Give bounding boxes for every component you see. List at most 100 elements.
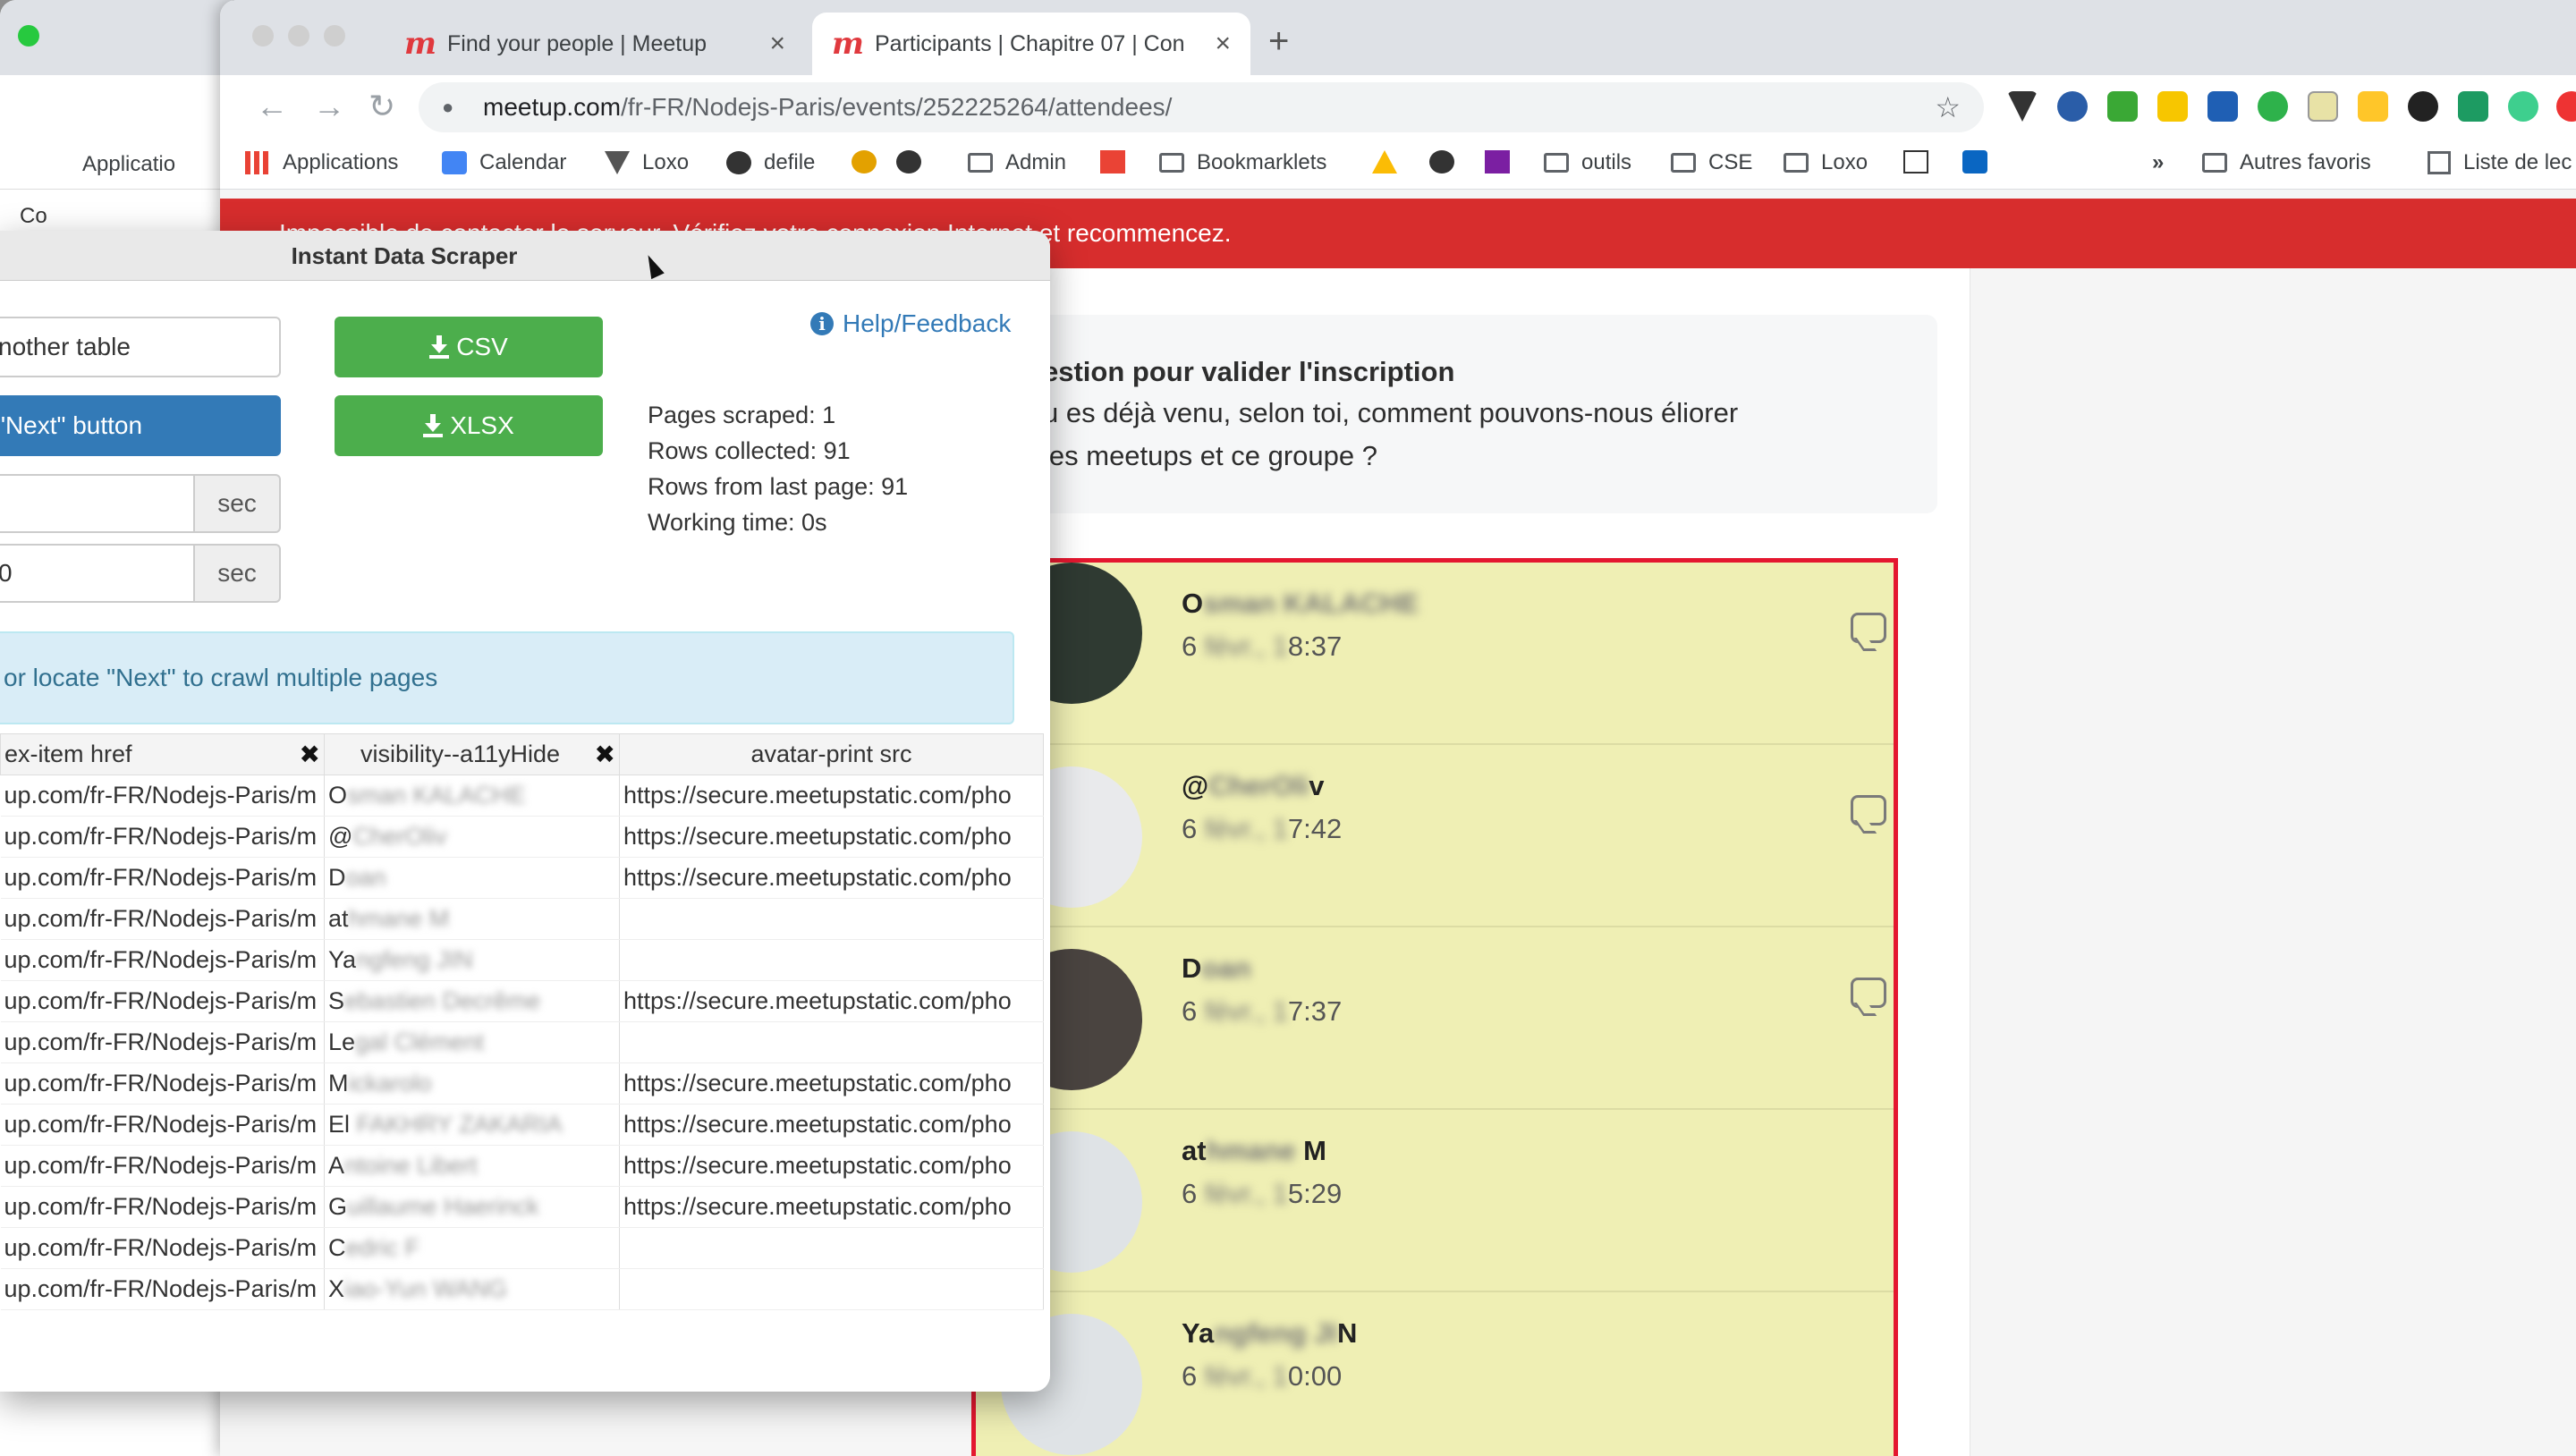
bookmark-folder-loxo[interactable]: Loxo — [1784, 150, 1868, 175]
attendee-row[interactable]: athmane M 6 févr., 15:29 — [976, 1110, 1894, 1292]
cell-name: Legal Clément — [324, 1021, 620, 1063]
new-tab-button[interactable]: + — [1268, 21, 1289, 62]
bookmark-globe-icon[interactable] — [896, 150, 934, 174]
scraper-title[interactable]: Instant Data Scraper — [0, 231, 1050, 281]
table-row: up.com/fr-FR/Nodejs-Paris/m @CherOliv http… — [0, 816, 1044, 858]
table-row: up.com/fr-FR/Nodejs-Paris/m Yangfeng JIN — [0, 939, 1044, 981]
loxo-icon — [605, 151, 630, 174]
max-delay-input[interactable]: 0 — [0, 544, 193, 603]
bookmarks-bar: Applications Calendar Loxo defile Admin … — [220, 140, 2576, 190]
remove-column-icon[interactable]: ✖ — [590, 740, 615, 769]
bookmark-linkedin-icon[interactable] — [1962, 150, 2000, 174]
cell-name: Mickarolo — [324, 1062, 620, 1105]
stat-working-time: Working time: 0s — [648, 509, 827, 536]
bookmark-calendar[interactable]: Calendar — [442, 150, 566, 175]
extension-sheets-icon[interactable] — [2458, 91, 2488, 122]
tab-find-your-people[interactable]: m Find your people | Meetup × — [385, 13, 805, 75]
forward-arrow-icon[interactable]: → — [313, 88, 345, 125]
attendee-name[interactable]: athmane M — [1182, 1135, 1326, 1167]
table-row: up.com/fr-FR/Nodejs-Paris/m Osman KALACHE… — [0, 775, 1044, 817]
question-text: u es déjà venu, selon toi, comment pouvo… — [1043, 397, 1739, 471]
help-feedback-link[interactable]: i Help/Feedback — [810, 309, 1011, 338]
extension-yellow-icon[interactable] — [2358, 91, 2388, 122]
bookmark-gmail-icon[interactable] — [1100, 150, 1138, 174]
attendee-name[interactable]: Yangfeng JIN — [1182, 1317, 1357, 1350]
extension-arrow-icon[interactable] — [2207, 91, 2238, 122]
address-bar[interactable]: ● meetup.com/fr-FR/Nodejs-Paris/events/2… — [419, 82, 1984, 132]
chat-bubble-icon[interactable] — [1851, 978, 1886, 1008]
cell-href: up.com/fr-FR/Nodejs-Paris/m — [0, 1186, 325, 1228]
tab-title: Find your people | Meetup — [447, 30, 708, 56]
cell-href: up.com/fr-FR/Nodejs-Paris/m — [0, 775, 325, 817]
bookmark-folder-cse[interactable]: CSE — [1671, 150, 1752, 175]
attendee-row[interactable]: Yangfeng JIN 6 févr., 10:00 — [976, 1292, 1894, 1456]
extension-evernote-icon[interactable] — [2258, 91, 2288, 122]
attendee-row[interactable]: Doan 6 févr., 17:37 — [976, 927, 1894, 1110]
stat-rows-collected: Rows collected: 91 — [648, 437, 851, 464]
tab-title: Participants | Chapitre 07 | Con — [875, 30, 1185, 56]
background-tabstrip — [0, 0, 233, 75]
extension-m-icon[interactable] — [2157, 91, 2188, 122]
bookmark-reading-list[interactable]: Liste de lec — [2428, 150, 2572, 175]
extension-green-icon[interactable] — [2107, 91, 2138, 122]
tab-participants[interactable]: m Participants | Chapitre 07 | Con × — [812, 13, 1250, 75]
cell-avatar-src: https://secure.meetupstatic.com/pho — [619, 1104, 1044, 1146]
extension-notes-icon[interactable] — [2308, 91, 2338, 122]
folder-icon — [1544, 153, 1569, 173]
bookmarks-overflow-button[interactable]: » — [2152, 150, 2164, 175]
attendee-row[interactable]: @CherOliv 6 févr., 17:42 — [976, 745, 1894, 927]
instant-data-scraper-popup: Instant Data Scraper nother table "Next"… — [0, 231, 1050, 1392]
extension-dark-icon[interactable] — [2408, 91, 2438, 122]
window-zoom-dot[interactable] — [324, 25, 345, 47]
extension-vuejs-icon[interactable] — [2007, 91, 2038, 122]
window-close-dot[interactable] — [252, 25, 274, 47]
bookmark-folder-admin[interactable]: Admin — [968, 150, 1066, 175]
min-delay-input[interactable] — [0, 474, 193, 533]
folder-icon — [968, 153, 993, 173]
attendee-name[interactable]: Osman KALACHE — [1182, 588, 1419, 620]
extension-mint-icon[interactable] — [2508, 91, 2538, 122]
locate-next-button[interactable]: "Next" button — [0, 395, 281, 456]
back-arrow-icon[interactable]: ← — [256, 88, 288, 125]
bookmark-m-icon[interactable] — [1485, 150, 1522, 174]
bookmark-folder-autres-favoris[interactable]: Autres favoris — [2202, 150, 2371, 175]
table-row: up.com/fr-FR/Nodejs-Paris/m athmane M — [0, 898, 1044, 940]
bookmark-folder-outils[interactable]: outils — [1544, 150, 1631, 175]
cell-name: Yangfeng JIN — [324, 939, 620, 981]
meetup-favicon-icon: m — [832, 26, 864, 62]
bookmark-applications[interactable]: Applications — [245, 150, 398, 175]
bookmark-eye-icon[interactable] — [852, 150, 889, 174]
remove-column-icon[interactable]: ✖ — [295, 740, 320, 769]
xlsx-download-button[interactable]: XLSX — [335, 395, 603, 456]
attendee-row[interactable]: Osman KALACHE 6 févr., 18:37 — [976, 563, 1894, 745]
meetup-favicon-icon: m — [404, 26, 436, 62]
tab-close-icon[interactable]: × — [1215, 29, 1231, 59]
window-zoom-dot[interactable] — [18, 25, 39, 47]
cell-href: up.com/fr-FR/Nodejs-Paris/m — [0, 1145, 325, 1187]
folder-icon — [1784, 153, 1809, 173]
extension-pokeball-icon[interactable] — [2556, 91, 2576, 122]
chat-bubble-icon[interactable] — [1851, 795, 1886, 825]
bookmark-loxo[interactable]: Loxo — [605, 150, 689, 175]
tab-close-icon[interactable]: × — [769, 29, 785, 59]
chat-bubble-icon[interactable] — [1851, 613, 1886, 643]
browser-toolbar: ← → ↻ ● meetup.com/fr-FR/Nodejs-Paris/ev… — [220, 75, 2576, 140]
attendee-name[interactable]: Doan — [1182, 952, 1251, 985]
reload-icon[interactable]: ↻ — [369, 88, 395, 125]
attendee-name[interactable]: @CherOliv — [1182, 770, 1324, 802]
try-another-table-button[interactable]: nother table — [0, 317, 281, 377]
bookmark-globe-icon-2[interactable] — [1429, 150, 1467, 174]
bookmark-drive-icon[interactable] — [1372, 150, 1410, 174]
bookmark-folder-bookmarklets[interactable]: Bookmarklets — [1159, 150, 1326, 175]
window-minimize-dot[interactable] — [288, 25, 309, 47]
tab-strip: m Find your people | Meetup × m Particip… — [220, 0, 2576, 75]
cell-href: up.com/fr-FR/Nodejs-Paris/m — [0, 1268, 325, 1310]
extension-globe-icon[interactable] — [2057, 91, 2088, 122]
csv-download-button[interactable]: CSV — [335, 317, 603, 377]
bookmark-applications-back[interactable]: Applicatio — [82, 152, 175, 177]
attendee-date: 6 févr., 17:37 — [1182, 995, 1343, 1027]
bookmark-defile[interactable]: defile — [726, 150, 815, 175]
cell-avatar-src — [619, 939, 1044, 981]
bookmark-star-icon[interactable]: ☆ — [1935, 90, 1961, 124]
bookmark-w-icon[interactable] — [1903, 150, 1941, 174]
